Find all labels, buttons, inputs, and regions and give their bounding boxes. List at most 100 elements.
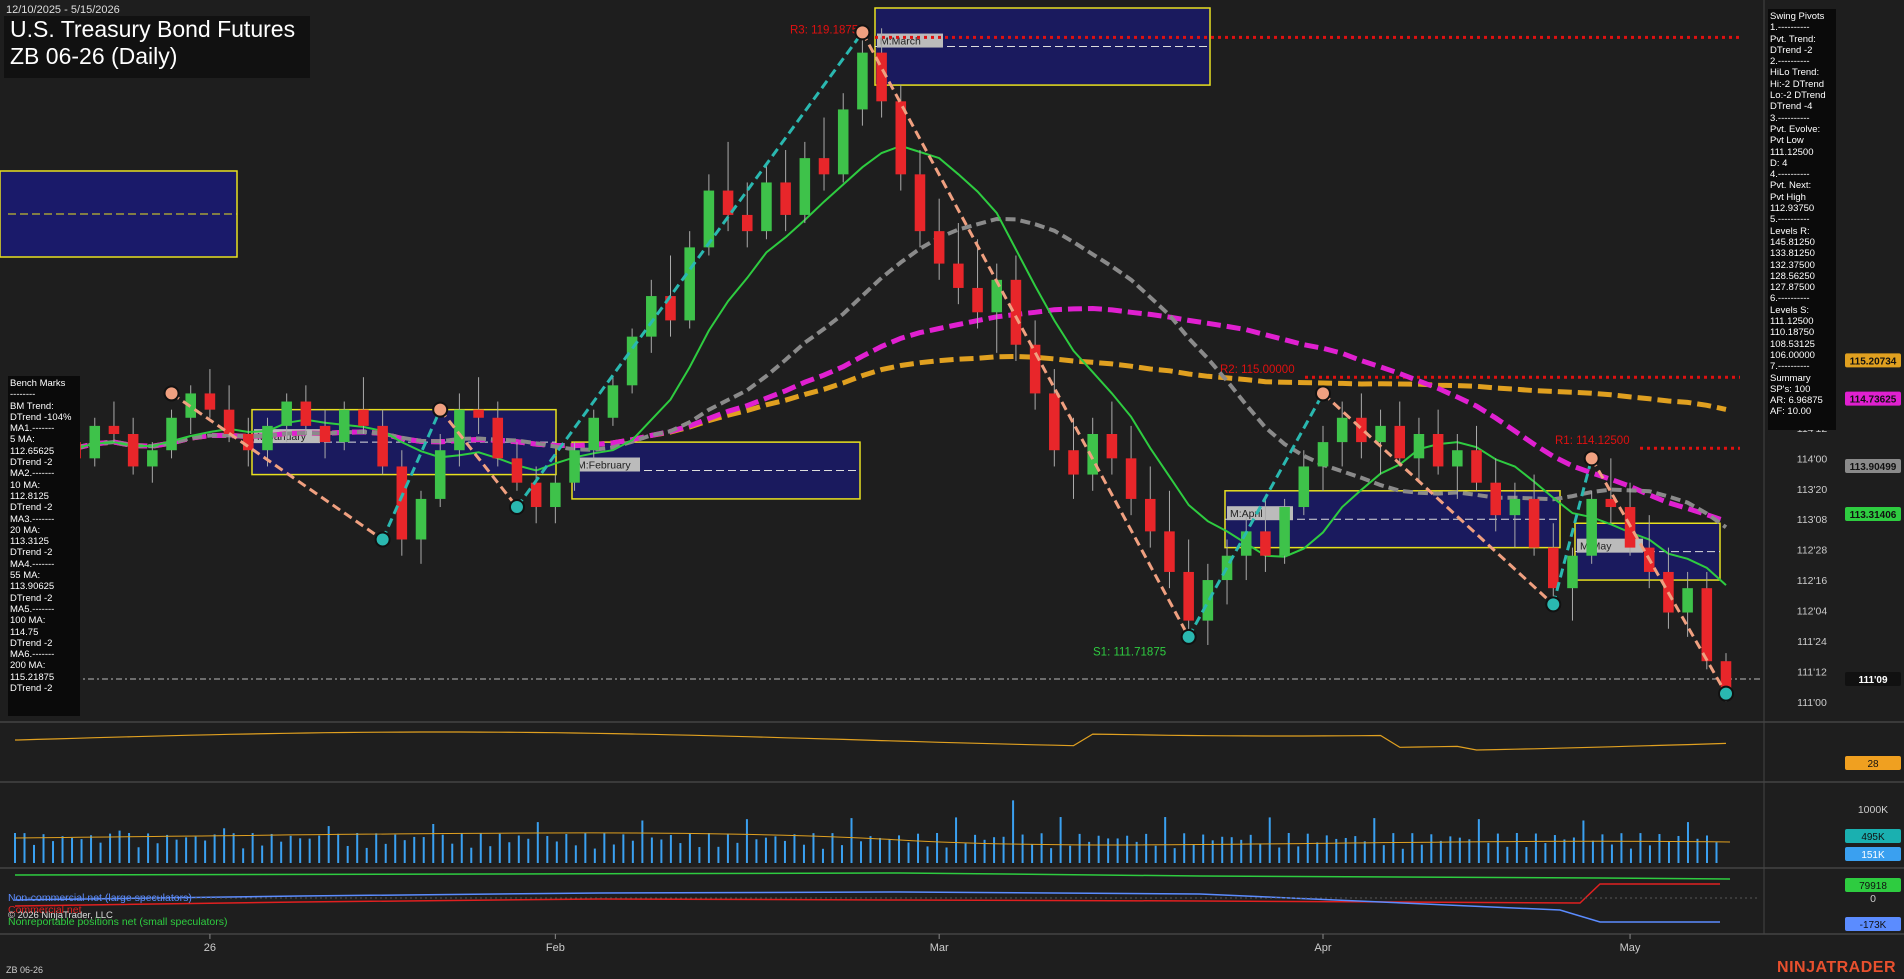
candle-body — [684, 247, 695, 321]
candle-body — [1452, 450, 1463, 467]
swing-pivot-line: Pvt Low — [1770, 135, 1804, 147]
swing-pivot-line: AR: 6.96875 — [1770, 395, 1823, 407]
candle-body — [1106, 434, 1118, 459]
cot-large-specs-line — [14, 891, 1720, 923]
bench-mark-line: MA1.------- — [10, 423, 55, 435]
swing-pivot-line: 5.---------- — [1770, 214, 1810, 226]
price-marker-label: 113.31406 — [1850, 510, 1897, 521]
candle-body — [1336, 417, 1348, 443]
cot-marker-label: 79918 — [1859, 881, 1887, 892]
swing-pivot-line: 128.56250 — [1770, 270, 1815, 282]
bench-mark-line: 10 MA: — [10, 479, 41, 491]
price-tick-label: 112'04 — [1797, 605, 1828, 617]
bench-mark-line: MA3.------- — [10, 513, 55, 525]
candle-body — [972, 287, 983, 313]
price-marker-label: 111'09 — [1858, 675, 1888, 686]
swing-pivot-line: Lo:-2 DTrend — [1770, 90, 1826, 102]
swing-pivot-marker — [854, 24, 871, 41]
candle-body — [511, 458, 523, 483]
swing-pivot-line: DTrend -2 — [1770, 44, 1813, 56]
candle-body — [991, 279, 1003, 313]
candle-body — [358, 409, 369, 426]
swing-pivot-line: D: 4 — [1770, 157, 1788, 169]
candle-body — [1567, 555, 1578, 589]
swing-pivot-line: 7.---------- — [1770, 361, 1810, 373]
swing-pivot-line: 145.81250 — [1770, 236, 1815, 248]
candle-body — [857, 52, 868, 110]
swing-pivot-marker — [1314, 385, 1331, 402]
bench-mark-line: Bench Marks — [10, 378, 66, 389]
swing-pivot-line: AF: 10.00 — [1770, 406, 1812, 418]
level-label: R1: 114.12500 — [1555, 435, 1630, 447]
swing-pivot-line: 127.87500 — [1770, 282, 1815, 294]
bench-mark-line: 200 MA: — [10, 660, 46, 672]
candle-body — [1279, 507, 1290, 556]
swing-pivot-marker — [163, 385, 180, 402]
bench-mark-line: 114.75 — [10, 626, 39, 638]
bench-mark-line: -------- — [10, 389, 36, 401]
candle-body — [1432, 434, 1444, 467]
bench-mark-line: DTrend -2 — [10, 457, 53, 469]
candle-body — [1068, 450, 1079, 475]
bench-mark-line: MA6.------- — [10, 649, 55, 661]
candle-body — [607, 385, 619, 418]
candle-body — [300, 401, 312, 426]
x-tick-label: May — [1620, 942, 1641, 954]
candle-body — [415, 498, 427, 540]
candle-body — [281, 401, 292, 426]
bench-mark-line: DTrend -2 — [10, 637, 53, 649]
swing-pivot-marker — [1545, 596, 1562, 613]
swing-pivot-line: Summary — [1770, 372, 1811, 384]
level-label: S1: 111.71875 — [1093, 646, 1166, 658]
candle-body — [319, 425, 331, 443]
price-chart[interactable]: 119'08118'28118'16118'04117'24117'12117'… — [0, 0, 1904, 979]
swing-pivot-line: 6.---------- — [1770, 293, 1810, 305]
swing-pivot-line: Hi:-2 DTrend — [1770, 78, 1825, 90]
volume-axis-label: 1000K — [1858, 804, 1888, 816]
price-tick-label: 114'00 — [1797, 453, 1828, 465]
candle-body — [108, 425, 120, 434]
candle-body — [588, 417, 600, 451]
swing-pivot-line: 132.37500 — [1770, 259, 1815, 271]
bench-mark-line: 112.65625 — [10, 445, 55, 457]
swing-pivot-line: 112.93750 — [1770, 203, 1815, 215]
chart-title-box: U.S. Treasury Bond Futures ZB 06-26 (Dai… — [4, 16, 310, 78]
candle-body — [646, 296, 657, 337]
candle-body — [953, 263, 964, 288]
x-tick-label: Mar — [930, 942, 949, 954]
bench-mark-line: DTrend -2 — [10, 502, 53, 514]
candle-body — [1413, 434, 1425, 459]
candle-body — [377, 425, 388, 467]
cot-small-specs-line — [14, 872, 1731, 880]
candle-body — [1548, 547, 1559, 589]
swing-pivot-line: 111.12500 — [1770, 316, 1814, 328]
price-tick-label: 112'28 — [1797, 545, 1828, 557]
contract-title: ZB 06-26 (Daily) — [10, 43, 178, 69]
candle-body — [1298, 466, 1310, 508]
candle-body — [473, 409, 484, 418]
swing-pivot-marker — [432, 401, 449, 418]
x-tick-label: Apr — [1314, 942, 1331, 954]
bench-mark-line: 115.21875 — [10, 671, 55, 683]
footer-symbol: ZB 06-26 — [6, 965, 44, 975]
candle-body — [569, 450, 580, 483]
volume-marker-label: 495K — [1861, 832, 1885, 843]
bench-mark-line: DTrend -2 — [10, 592, 53, 604]
cot-legend-large-specs: Non-commercial net (large speculators) — [8, 892, 192, 904]
adx-line — [15, 731, 1727, 751]
candle-body — [1260, 531, 1271, 556]
level-label: R3: 119.18750 — [790, 24, 865, 36]
price-tick-label: 113'08 — [1797, 514, 1828, 526]
zone-label: M:March — [880, 36, 921, 48]
candle-body — [780, 182, 791, 215]
bench-mark-line: MA2.------- — [10, 468, 55, 480]
candle-body — [1202, 580, 1214, 621]
bench-mark-line: 113.90625 — [10, 581, 55, 593]
candle-body — [396, 466, 408, 540]
swing-pivot-line: Levels S: — [1770, 304, 1810, 316]
swing-pivot-line: DTrend -4 — [1770, 101, 1813, 113]
swing-pivot-marker — [508, 499, 525, 516]
bench-mark-line: DTrend -2 — [10, 683, 53, 695]
price-tick-label: 113'20 — [1797, 484, 1828, 496]
bench-mark-line: MA4.------- — [10, 558, 55, 570]
